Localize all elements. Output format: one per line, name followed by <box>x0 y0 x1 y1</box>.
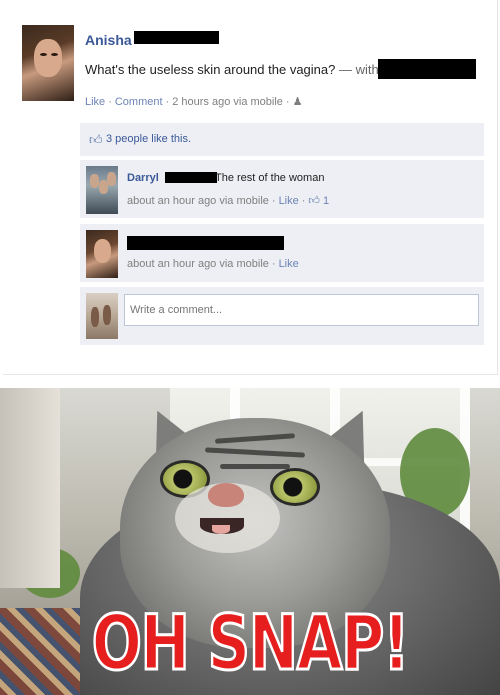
cat-eye <box>270 468 320 506</box>
comment: Darryl The rest of the woman about an ho… <box>80 160 484 218</box>
comment-input[interactable] <box>124 294 479 326</box>
poster-name[interactable]: Anisha <box>85 32 132 48</box>
cat-tongue <box>212 525 230 534</box>
people-icon: ♟ <box>292 96 303 108</box>
comment-link[interactable]: Comment <box>115 96 163 108</box>
poster-avatar[interactable] <box>22 25 74 101</box>
redacted-surname <box>165 172 217 183</box>
current-user-avatar <box>86 293 118 339</box>
comment-time[interactable]: about an hour ago via mobile <box>127 195 269 207</box>
with-label: — with <box>338 62 379 77</box>
likes-bar: 👍︎ 3 people like this. <box>80 123 484 156</box>
cat-meme-image: OH SNAP! <box>0 388 500 695</box>
like-link[interactable]: Like <box>85 96 105 108</box>
commenter-name[interactable]: Darryl <box>127 172 159 184</box>
write-comment-area <box>80 287 484 345</box>
redacted-tagged-name <box>378 59 476 79</box>
thumbs-up-icon: 👍︎ <box>308 195 320 207</box>
comment-like-link[interactable]: Like <box>279 258 299 270</box>
comment-like-link[interactable]: Like <box>279 195 299 207</box>
avatar-eye <box>40 53 47 56</box>
commenter-avatar[interactable] <box>86 166 118 214</box>
likes-count-link[interactable]: 3 people like this. <box>106 133 191 145</box>
status-message: What's the useless skin around the vagin… <box>85 62 336 77</box>
status-text: What's the useless skin around the vagin… <box>85 62 379 77</box>
comment: about an hour ago via mobile · Like <box>80 224 484 282</box>
avatar-face <box>94 239 111 263</box>
avatar-eye <box>51 53 58 56</box>
meme-caption: OH SNAP! <box>90 597 411 689</box>
cat-nose <box>208 483 244 507</box>
thumbs-up-icon: 👍︎ <box>89 132 103 147</box>
comment-like-count[interactable]: 1 <box>323 195 329 207</box>
commenter-avatar[interactable] <box>86 230 118 278</box>
comment-meta: about an hour ago via mobile · Like · 👍︎ 1 <box>127 195 330 207</box>
redacted-surname <box>134 31 219 44</box>
redacted-comment <box>127 236 284 250</box>
curtain <box>0 388 60 588</box>
comment-meta: about an hour ago via mobile · Like <box>127 258 299 270</box>
avatar-face <box>34 39 62 77</box>
facebook-post: Anisha What's the useless skin around th… <box>0 0 500 388</box>
post-meta: Like · Comment · 2 hours ago via mobile · ♟ <box>85 96 303 108</box>
comment-text: The rest of the woman <box>215 172 325 184</box>
comment-time[interactable]: about an hour ago via mobile <box>127 258 269 270</box>
post-time[interactable]: 2 hours ago via mobile <box>172 96 283 108</box>
